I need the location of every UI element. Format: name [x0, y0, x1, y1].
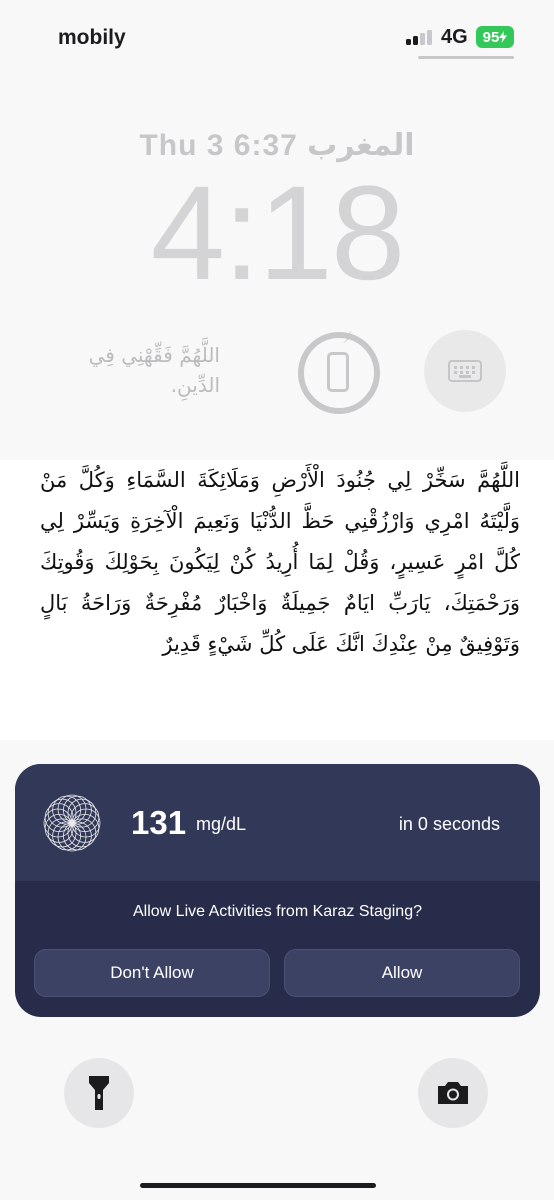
charging-icon: ⚡ — [342, 330, 354, 347]
battery-charging-widget[interactable]: ⚡ — [298, 330, 380, 414]
lock-time: 4:18 — [150, 159, 406, 308]
glucose-unit: mg/dL — [196, 814, 247, 834]
spirograph-logo-icon — [43, 794, 101, 852]
home-indicator[interactable] — [140, 1183, 376, 1188]
signal-icon — [406, 29, 432, 45]
battery-icon: 95 — [476, 26, 514, 48]
flashlight-button[interactable] — [64, 1058, 134, 1128]
glucose-reading: 131 — [131, 804, 187, 841]
carrier-name: mobily — [58, 26, 126, 49]
camera-button[interactable] — [418, 1058, 488, 1128]
dua-widget[interactable]: اللَّهُمَّ فَقِّهْنِي فِي الدِّينِ. — [60, 340, 220, 400]
dont-allow-button[interactable]: Don't Allow — [34, 949, 270, 997]
status-indicator-bar — [418, 56, 514, 59]
flashlight-icon — [89, 1076, 109, 1110]
charging-bolt-icon — [499, 31, 508, 43]
camera-icon — [438, 1082, 468, 1104]
allow-button[interactable]: Allow — [284, 949, 520, 997]
wallpaper-arabic-text: اللَّهُمَّ سَخِّرْ لِي جُنُودَ الْأَرْضِ… — [40, 468, 520, 656]
permission-question: Allow Live Activities from Karaz Staging… — [132, 903, 422, 920]
keyboard-widget[interactable] — [424, 330, 506, 412]
phone-icon — [327, 352, 349, 392]
live-activity-prompt: 131 mg/dL in 0 seconds Allow Live Activi… — [15, 764, 540, 1017]
date-prayer-line: Thu 3 6:37 المغرب — [139, 129, 415, 162]
keyboard-icon — [448, 360, 482, 382]
update-timer: in 0 seconds — [398, 814, 500, 834]
network-type: 4G — [441, 26, 468, 48]
battery-level: 95 — [482, 28, 500, 46]
